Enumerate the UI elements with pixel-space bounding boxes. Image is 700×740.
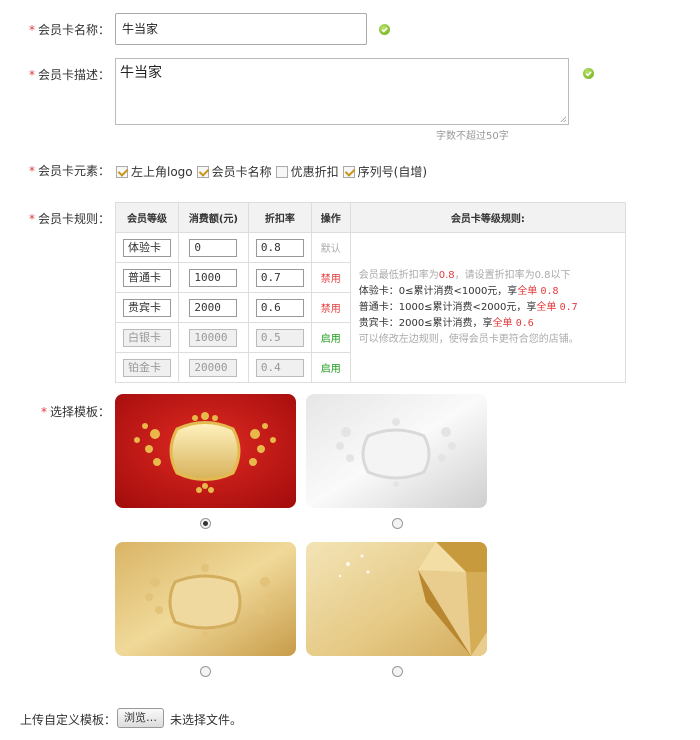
rate-input[interactable]: 0.6 — [255, 298, 304, 317]
column-header: 会员等级 — [115, 202, 179, 233]
column-header: 消费额(元) — [177, 202, 249, 233]
template-label: * 选择模板： — [40, 405, 110, 419]
card-rules-label: * 会员卡规则： — [28, 212, 110, 226]
level-input[interactable]: 体验卡 — [122, 238, 171, 257]
level-input: 铂金卡 — [122, 358, 171, 377]
card-elements-label: * 会员卡元素： — [28, 164, 110, 178]
level-input: 白银卡 — [122, 328, 171, 347]
template-radio-1[interactable] — [200, 518, 211, 529]
resize-grip-icon[interactable] — [560, 116, 566, 122]
amount-input: 20000 — [189, 358, 238, 377]
disable-link[interactable]: 禁用 — [321, 304, 341, 315]
template-gold-frame[interactable] — [115, 542, 296, 656]
browse-button[interactable]: 浏览… — [117, 708, 164, 728]
table-header-row: 会员等级 消费额(元) 折扣率 操作 会员卡等级规则: — [115, 202, 627, 233]
card-desc-label: * 会员卡描述： — [28, 68, 110, 82]
checkbox[interactable] — [275, 165, 288, 178]
amount-input[interactable]: 0 — [189, 238, 238, 257]
table-row: 体验卡 0 0.8 默认 会员最低折扣率为0.8，请设置折扣率为0.8以下 体验… — [115, 232, 627, 383]
card-desc-textarea[interactable]: 牛当家 — [115, 58, 569, 125]
checkbox[interactable] — [116, 165, 128, 178]
upload-status: 未选择文件。 — [170, 713, 243, 727]
amount-input[interactable]: 2000 — [189, 298, 238, 317]
default-label: 默认 — [320, 244, 341, 255]
amount-input[interactable]: 1000 — [189, 268, 238, 287]
rules-description: 会员最低折扣率为0.8，请设置折扣率为0.8以下 体验卡：0≤累计消费<1000… — [349, 232, 627, 383]
disable-link[interactable]: 禁用 — [321, 274, 341, 285]
level-input[interactable]: 贵宾卡 — [122, 298, 171, 317]
amount-input: 10000 — [189, 328, 238, 347]
check-circle-icon — [583, 68, 594, 79]
checkbox[interactable] — [196, 165, 209, 178]
element-serial-option[interactable]: 序列号(自增) — [342, 163, 427, 180]
rate-input[interactable]: 0.8 — [255, 238, 304, 257]
card-name-label: * 会员卡名称： — [28, 23, 110, 37]
column-header: 折扣率 — [247, 202, 312, 233]
column-header: 会员卡等级规则: — [349, 202, 627, 233]
template-radio-2[interactable] — [392, 518, 403, 529]
template-radio-4[interactable] — [392, 666, 403, 677]
template-red[interactable] — [115, 394, 296, 508]
enable-link[interactable]: 启用 — [321, 364, 341, 375]
template-silver[interactable] — [306, 394, 487, 508]
card-desc-value: 牛当家 — [120, 65, 162, 81]
rules-table: 会员等级 消费额(元) 折扣率 操作 会员卡等级规则: 体验卡 0 0.8 默认… — [115, 202, 627, 383]
enable-link[interactable]: 启用 — [321, 334, 341, 345]
rate-input: 0.4 — [255, 358, 304, 377]
card-name-input[interactable]: 牛当家 — [115, 13, 367, 45]
rate-input[interactable]: 0.7 — [255, 268, 304, 287]
card-elements-group: 左上角logo 会员卡名称 优惠折扣 序列号(自增) — [116, 163, 431, 180]
checkbox[interactable] — [342, 165, 355, 178]
template-gold-diamond[interactable] — [306, 542, 487, 656]
element-name-option[interactable]: 会员卡名称 — [196, 163, 272, 180]
column-header: 操作 — [310, 202, 351, 233]
element-logo-option[interactable]: 左上角logo — [116, 163, 193, 180]
template-radio-3[interactable] — [200, 666, 211, 677]
element-discount-option[interactable]: 优惠折扣 — [275, 163, 339, 180]
upload-label: 上传自定义模板： — [20, 713, 117, 727]
check-circle-icon — [379, 24, 390, 35]
desc-hint: 字数不超过50字 — [436, 131, 509, 142]
rate-input: 0.5 — [255, 328, 304, 347]
level-input[interactable]: 普通卡 — [122, 268, 171, 287]
